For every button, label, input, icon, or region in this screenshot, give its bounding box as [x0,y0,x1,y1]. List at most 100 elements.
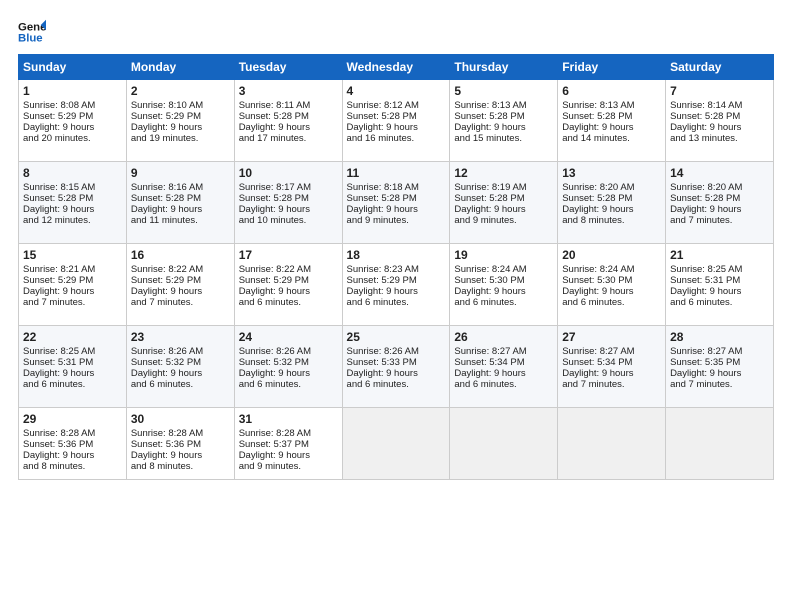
header: General Blue [18,18,774,46]
day-info-line: and 7 minutes. [23,297,122,308]
weekday-friday: Friday [558,55,666,80]
calendar-cell: 8Sunrise: 8:15 AMSunset: 5:28 PMDaylight… [19,162,127,244]
logo: General Blue [18,18,46,46]
calendar-cell: 5Sunrise: 8:13 AMSunset: 5:28 PMDaylight… [450,80,558,162]
day-info-line: and 9 minutes. [239,461,338,472]
day-number: 13 [562,166,661,180]
day-info-line: Sunset: 5:36 PM [23,439,122,450]
day-info-line: Sunset: 5:34 PM [454,357,553,368]
day-info-line: Daylight: 9 hours [131,286,230,297]
week-row-3: 15Sunrise: 8:21 AMSunset: 5:29 PMDayligh… [19,244,774,326]
day-number: 30 [131,412,230,426]
calendar-cell: 9Sunrise: 8:16 AMSunset: 5:28 PMDaylight… [126,162,234,244]
day-info-line: Sunset: 5:29 PM [239,275,338,286]
day-info-line: Daylight: 9 hours [562,204,661,215]
day-number: 4 [347,84,446,98]
day-info-line: Daylight: 9 hours [454,204,553,215]
day-number: 19 [454,248,553,262]
weekday-thursday: Thursday [450,55,558,80]
day-info-line: Sunrise: 8:25 AM [23,346,122,357]
day-number: 14 [670,166,769,180]
calendar: SundayMondayTuesdayWednesdayThursdayFrid… [18,54,774,480]
day-info-line: Sunrise: 8:27 AM [454,346,553,357]
day-info-line: Daylight: 9 hours [131,450,230,461]
calendar-cell: 19Sunrise: 8:24 AMSunset: 5:30 PMDayligh… [450,244,558,326]
day-info-line: Daylight: 9 hours [347,204,446,215]
day-info-line: Daylight: 9 hours [562,122,661,133]
day-info-line: Daylight: 9 hours [23,204,122,215]
day-info-line: and 11 minutes. [131,215,230,226]
day-info-line: Daylight: 9 hours [562,368,661,379]
day-info-line: Daylight: 9 hours [454,122,553,133]
day-info-line: Sunrise: 8:08 AM [23,100,122,111]
day-info-line: Daylight: 9 hours [239,450,338,461]
calendar-cell: 18Sunrise: 8:23 AMSunset: 5:29 PMDayligh… [342,244,450,326]
day-info-line: Daylight: 9 hours [23,450,122,461]
calendar-cell: 20Sunrise: 8:24 AMSunset: 5:30 PMDayligh… [558,244,666,326]
day-info-line: Sunrise: 8:17 AM [239,182,338,193]
day-info-line: Sunrise: 8:13 AM [562,100,661,111]
day-info-line: Daylight: 9 hours [562,286,661,297]
calendar-cell [666,408,774,480]
calendar-cell: 21Sunrise: 8:25 AMSunset: 5:31 PMDayligh… [666,244,774,326]
day-info-line: Daylight: 9 hours [23,286,122,297]
day-info-line: Sunset: 5:28 PM [347,111,446,122]
day-number: 16 [131,248,230,262]
day-info-line: Sunrise: 8:26 AM [347,346,446,357]
day-info-line: and 8 minutes. [131,461,230,472]
day-info-line: and 6 minutes. [347,379,446,390]
calendar-cell: 24Sunrise: 8:26 AMSunset: 5:32 PMDayligh… [234,326,342,408]
day-info-line: Sunrise: 8:13 AM [454,100,553,111]
day-info-line: and 14 minutes. [562,133,661,144]
day-number: 12 [454,166,553,180]
day-info-line: Sunrise: 8:26 AM [131,346,230,357]
day-info-line: Sunset: 5:29 PM [131,111,230,122]
calendar-cell: 30Sunrise: 8:28 AMSunset: 5:36 PMDayligh… [126,408,234,480]
day-info-line: Sunset: 5:35 PM [670,357,769,368]
calendar-cell: 12Sunrise: 8:19 AMSunset: 5:28 PMDayligh… [450,162,558,244]
page: General Blue SundayMondayTuesdayWednesda… [0,0,792,612]
day-info-line: Sunset: 5:28 PM [347,193,446,204]
day-info-line: and 6 minutes. [239,379,338,390]
calendar-cell: 2Sunrise: 8:10 AMSunset: 5:29 PMDaylight… [126,80,234,162]
day-info-line: and 9 minutes. [454,215,553,226]
day-info-line: Sunrise: 8:28 AM [239,428,338,439]
day-info-line: Sunrise: 8:27 AM [562,346,661,357]
day-info-line: Sunset: 5:28 PM [562,111,661,122]
day-info-line: Sunset: 5:31 PM [23,357,122,368]
day-info-line: Daylight: 9 hours [239,286,338,297]
day-info-line: Sunrise: 8:11 AM [239,100,338,111]
calendar-cell: 11 Sunrise: 8:18 AMSunset: 5:28 PMDayligh… [342,162,450,244]
day-info-line: Sunset: 5:28 PM [562,193,661,204]
day-info-line: Sunrise: 8:28 AM [131,428,230,439]
day-info-line: Sunset: 5:28 PM [23,193,122,204]
day-number: 5 [454,84,553,98]
svg-text:Blue: Blue [18,33,43,45]
day-info-line: Sunrise: 8:23 AM [347,264,446,275]
calendar-cell: 17Sunrise: 8:22 AMSunset: 5:29 PMDayligh… [234,244,342,326]
day-number: 28 [670,330,769,344]
day-number: 11 [347,166,446,180]
day-number: 25 [347,330,446,344]
day-info-line: Daylight: 9 hours [347,368,446,379]
day-number: 10 [239,166,338,180]
day-info-line: Sunrise: 8:14 AM [670,100,769,111]
svg-text:General: General [18,21,46,33]
day-info-line: Daylight: 9 hours [670,368,769,379]
day-info-line: Sunrise: 8:25 AM [670,264,769,275]
day-info-line: and 8 minutes. [562,215,661,226]
weekday-monday: Monday [126,55,234,80]
day-number: 21 [670,248,769,262]
calendar-cell: 25Sunrise: 8:26 AMSunset: 5:33 PMDayligh… [342,326,450,408]
day-info-line: Sunset: 5:32 PM [131,357,230,368]
calendar-cell: 10Sunrise: 8:17 AMSunset: 5:28 PMDayligh… [234,162,342,244]
day-info-line: Sunset: 5:29 PM [23,275,122,286]
week-row-4: 22Sunrise: 8:25 AMSunset: 5:31 PMDayligh… [19,326,774,408]
day-info-line: Sunrise: 8:27 AM [670,346,769,357]
day-info-line: Sunrise: 8:18 AM [347,182,446,193]
day-info-line: and 6 minutes. [454,379,553,390]
day-info-line: Daylight: 9 hours [347,122,446,133]
day-info-line: Sunset: 5:28 PM [670,111,769,122]
day-number: 9 [131,166,230,180]
day-info-line: and 9 minutes. [347,215,446,226]
